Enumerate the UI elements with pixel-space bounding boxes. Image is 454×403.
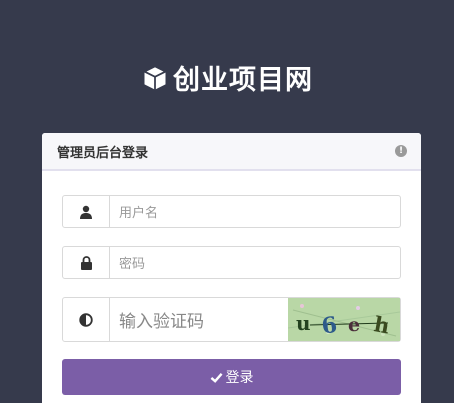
login-panel: 管理员后台登录 ! 用户名 密码 输入验证码 u 6 e h 登录: [42, 133, 421, 403]
username-field[interactable]: 用户名: [62, 195, 401, 228]
captcha-field[interactable]: 输入验证码 u 6 e h: [62, 297, 401, 342]
login-panel-title: 管理员后台登录: [57, 145, 149, 161]
cube-icon: [142, 64, 168, 90]
site-title: 创业项目网: [173, 65, 313, 96]
password-field[interactable]: 密码: [62, 246, 401, 279]
half-circle-icon: [79, 312, 93, 327]
captcha-image[interactable]: u 6 e h: [288, 298, 400, 341]
lock-icon: [80, 255, 92, 270]
password-addon: [63, 247, 110, 278]
password-input[interactable]: 密码: [110, 247, 400, 278]
captcha-char-1: u: [296, 311, 311, 335]
captcha-addon: [63, 298, 110, 341]
captcha-input[interactable]: 输入验证码: [110, 298, 288, 341]
login-panel-header: 管理员后台登录 !: [42, 133, 421, 171]
captcha-char-3: e: [348, 314, 360, 336]
login-button-label: 登录: [225, 370, 254, 386]
check-icon: [210, 372, 223, 383]
username-addon: [63, 196, 110, 227]
username-input[interactable]: 用户名: [110, 196, 400, 227]
site-brand: 创业项目网: [0, 58, 454, 97]
exclamation-circle-icon[interactable]: !: [395, 145, 407, 157]
user-icon: [80, 205, 92, 219]
